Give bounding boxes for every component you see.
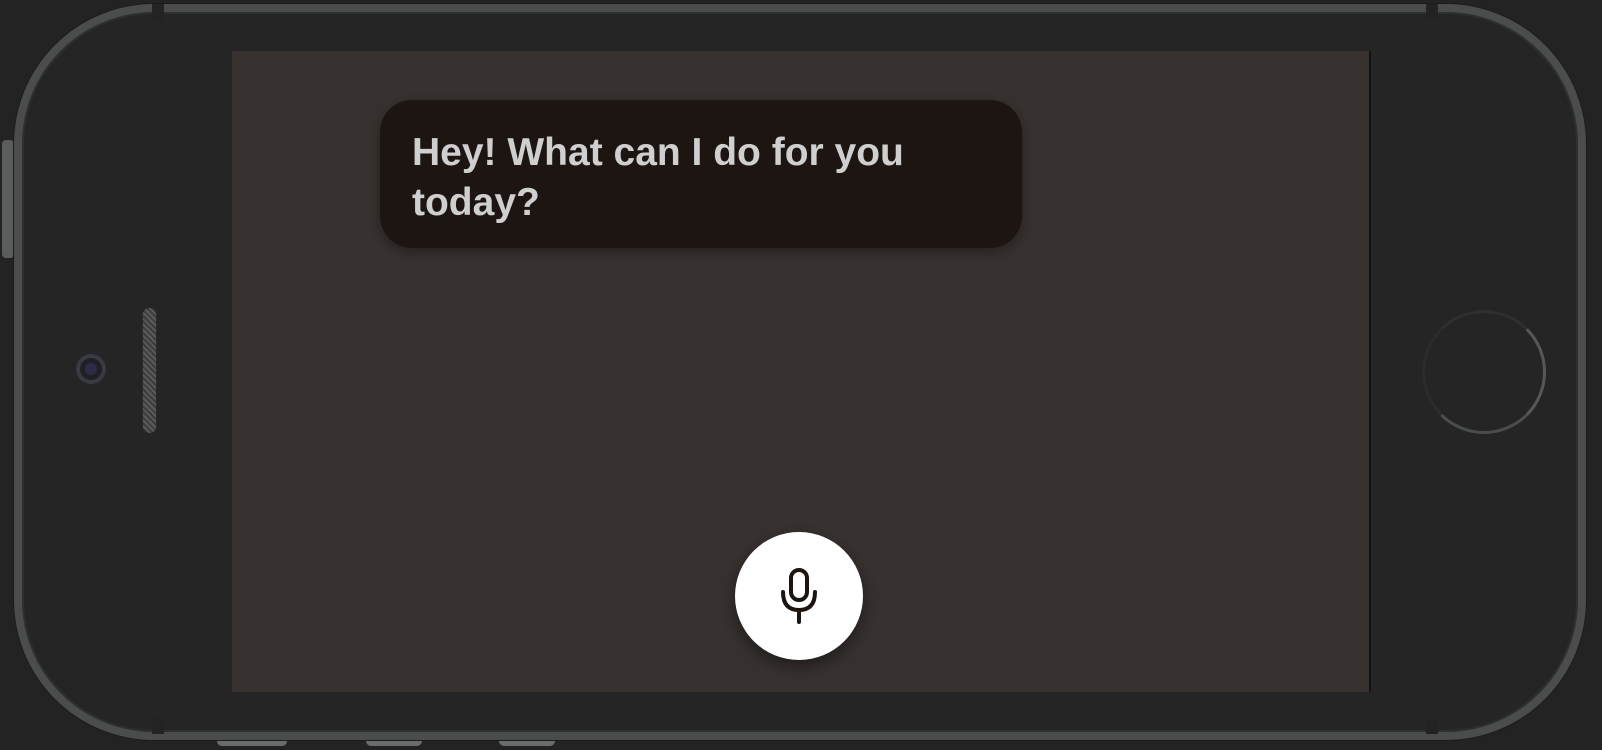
mic-button[interactable] — [735, 532, 863, 660]
front-camera — [76, 354, 106, 384]
earpiece-speaker — [143, 308, 156, 433]
assistant-message-text: Hey! What can I do for you today? — [412, 131, 904, 224]
volume-button — [2, 140, 14, 258]
home-button[interactable] — [1422, 310, 1546, 434]
assistant-message-bubble: Hey! What can I do for you today? — [380, 100, 1022, 248]
microphone-icon — [781, 568, 817, 624]
device-mockup: Hey! What can I do for you today? — [0, 0, 1602, 750]
phone-screen: Hey! What can I do for you today? — [232, 51, 1371, 692]
